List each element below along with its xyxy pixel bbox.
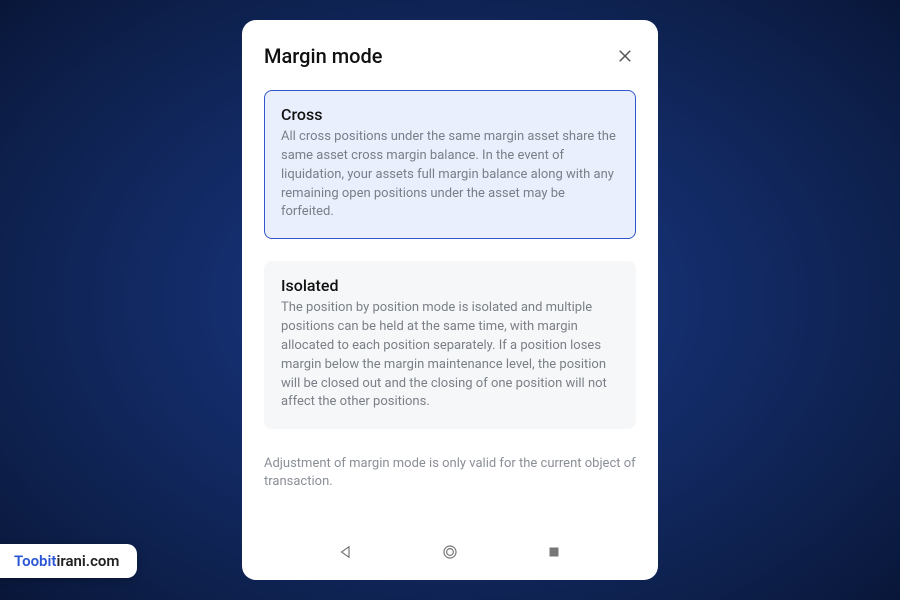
modal-title: Margin mode: [264, 44, 382, 68]
circle-home-icon: [441, 543, 459, 561]
nav-back-button[interactable]: [336, 542, 356, 562]
option-description: The position by position mode is isolate…: [281, 299, 619, 412]
android-nav-bar: [264, 528, 636, 570]
margin-mode-option-isolated[interactable]: Isolated The position by position mode i…: [264, 261, 636, 429]
nav-recent-button[interactable]: [544, 542, 564, 562]
close-icon: [616, 47, 634, 65]
watermark-rest: irani.com: [56, 552, 119, 570]
triangle-back-icon: [337, 543, 355, 561]
margin-mode-option-cross[interactable]: Cross All cross positions under the same…: [264, 90, 636, 239]
watermark-badge: Toobitirani.com: [0, 544, 137, 578]
nav-home-button[interactable]: [440, 542, 460, 562]
square-recent-icon: [545, 543, 563, 561]
footnote-text: Adjustment of margin mode is only valid …: [264, 455, 636, 491]
option-description: All cross positions under the same margi…: [281, 128, 619, 222]
margin-mode-modal: Margin mode Cross All cross positions un…: [242, 20, 658, 580]
close-button[interactable]: [614, 45, 636, 67]
option-title: Cross: [281, 105, 619, 124]
watermark-accent: Toobit: [14, 552, 56, 570]
option-title: Isolated: [281, 276, 619, 295]
modal-header: Margin mode: [264, 44, 636, 68]
